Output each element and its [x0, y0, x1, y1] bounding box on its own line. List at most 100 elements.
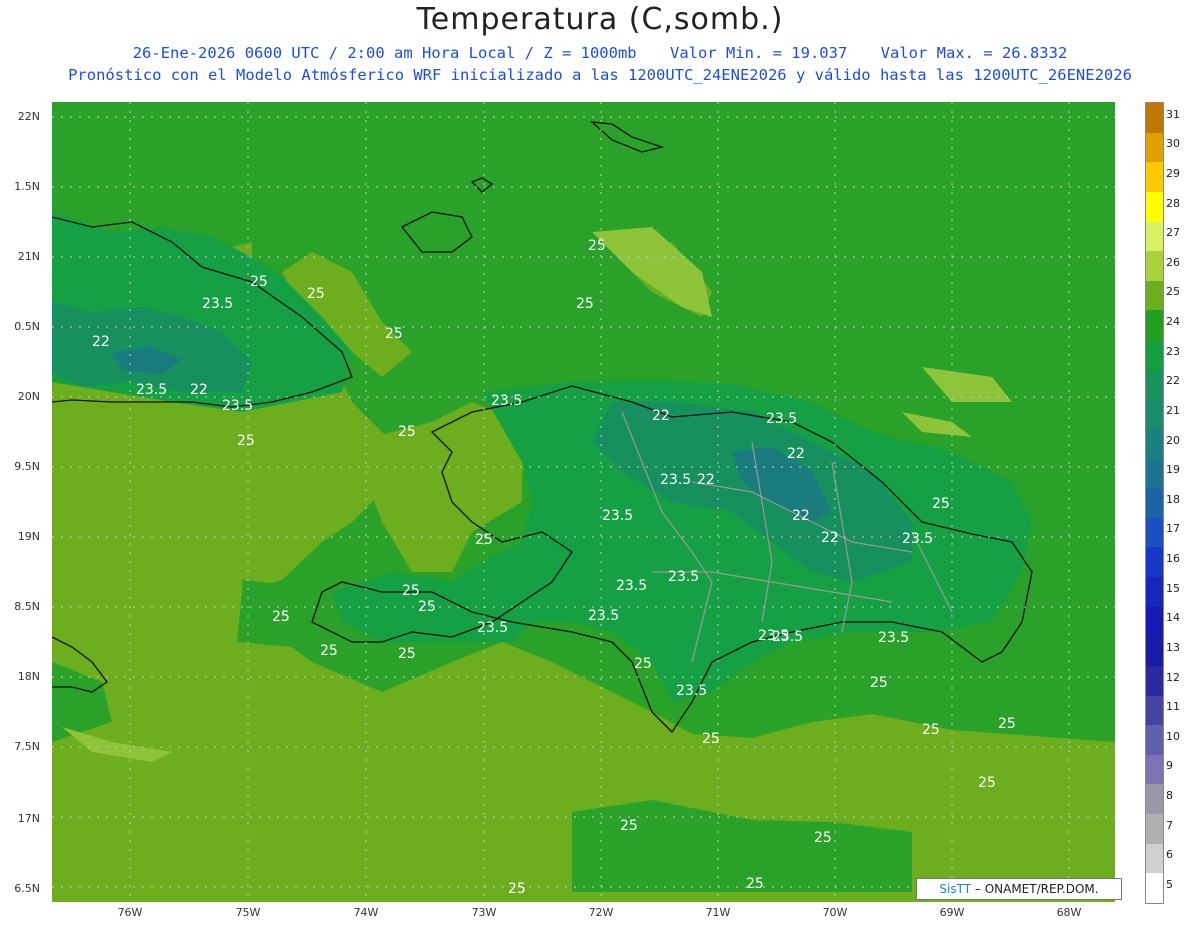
contour-label: 25 — [272, 609, 290, 625]
contour-label: 23.5 — [902, 531, 933, 547]
colorbar-label: 29 — [1166, 166, 1180, 180]
colorbar-label: 7 — [1166, 818, 1173, 832]
contour-label: 23.5 — [202, 296, 233, 312]
contour-label: 25 — [922, 722, 940, 738]
colorbar-segment — [1146, 369, 1163, 400]
lat-label: 21N — [17, 250, 40, 263]
colorbar-segment — [1146, 221, 1163, 252]
contour-label: 23.5 — [136, 382, 167, 398]
contour-label: 25 — [475, 532, 493, 548]
colorbar-segment — [1146, 665, 1163, 696]
contour-label: 22 — [92, 334, 110, 350]
colorbar-label: 20 — [1166, 433, 1180, 447]
valid-time: 26-Ene-2026 0600 UTC / 2:00 am Hora Loca… — [132, 44, 637, 62]
contour-label: 23.5 — [668, 569, 699, 585]
contour-label: 25 — [576, 296, 594, 312]
contour-label: 23.5 — [616, 578, 647, 594]
lat-label: 20N — [17, 390, 40, 403]
contour-label: 23.5 — [772, 629, 803, 645]
temperature-map: 25 25 25 25 25 23.5 22 22 23.5 23.5 25 2… — [52, 102, 1115, 902]
colorbar-segment — [1146, 191, 1163, 222]
colorbar-label: 24 — [1166, 315, 1180, 329]
colorbar-segment — [1146, 577, 1163, 607]
colorbar-label: 26 — [1166, 255, 1180, 269]
contour-label: 25 — [634, 656, 652, 672]
contour-label: 25 — [588, 238, 606, 254]
colorbar-segment — [1146, 695, 1163, 726]
min-value: Valor Min. = 19.037 — [669, 44, 848, 62]
lon-label: 72W — [588, 906, 614, 919]
colorbar-label: 21 — [1166, 403, 1180, 417]
contour-label: 22 — [190, 382, 208, 398]
colorbar-label: 15 — [1166, 581, 1180, 595]
colorbar-segment — [1146, 310, 1163, 340]
colorbar-label: 10 — [1166, 729, 1180, 743]
contour-label: 25 — [620, 818, 638, 834]
colorbar-label: 16 — [1166, 552, 1180, 566]
contour-label: 25 — [978, 775, 996, 791]
chart-title: Temperatura (C,somb.) — [416, 2, 784, 37]
contour-label: 25 — [307, 286, 325, 302]
credit-box: SisTT – ONAMET/REP.DOM. — [916, 878, 1122, 900]
contour-label: 25 — [250, 274, 268, 290]
lon-label: 76W — [117, 906, 143, 919]
lon-label: 68W — [1056, 906, 1082, 919]
colorbar-label: 12 — [1166, 670, 1180, 684]
contour-label: 22 — [787, 446, 805, 462]
subtitle-line-1: 26-Ene-2026 0600 UTC / 2:00 am Hora Loca… — [0, 44, 1200, 62]
model-info: Pronóstico con el Modelo Atmósferico WRF… — [68, 66, 1132, 84]
colorbar-label: 17 — [1166, 522, 1180, 536]
lat-label: 18N — [17, 670, 40, 683]
colorbar-segment — [1146, 606, 1163, 637]
contour-label: 25 — [932, 496, 950, 512]
colorbar-label: 25 — [1166, 285, 1180, 299]
contour-label: 25 — [398, 646, 416, 662]
contour-label: 25 — [320, 643, 338, 659]
lon-label: 70W — [822, 906, 848, 919]
colorbar-label: 6 — [1166, 848, 1173, 862]
lat-label: 19N — [17, 530, 40, 543]
lon-label: 69W — [939, 906, 965, 919]
lon-label: 73W — [471, 906, 497, 919]
contour-label: 25 — [398, 424, 416, 440]
contour-label: 25 — [702, 731, 720, 747]
colorbar-segment — [1146, 843, 1163, 874]
colorbar-segment — [1146, 132, 1163, 163]
colorbar-segment — [1146, 428, 1163, 459]
contour-label: 22 — [652, 408, 670, 424]
contour-label: 25 — [402, 583, 420, 599]
contour-label: 23.5 — [660, 472, 691, 488]
colorbar-label: 13 — [1166, 640, 1180, 654]
colorbar-segment — [1146, 251, 1163, 281]
colorbar — [1145, 102, 1164, 904]
contour-label: 25 — [418, 599, 436, 615]
colorbar-label: 11 — [1166, 700, 1180, 714]
colorbar-label: 18 — [1166, 492, 1180, 506]
contour-label: 25 — [870, 675, 888, 691]
contour-label: 22 — [792, 508, 810, 524]
colorbar-segment — [1146, 754, 1163, 785]
colorbar-segment — [1146, 873, 1163, 903]
map-canvas: 25 25 25 25 25 23.5 22 22 23.5 23.5 25 2… — [52, 102, 1115, 902]
lat-label: 8.5N — [14, 600, 40, 613]
lon-label: 74W — [353, 906, 379, 919]
contour-label: 22 — [697, 472, 715, 488]
colorbar-label: 14 — [1166, 611, 1180, 625]
contour-label: 23.5 — [477, 620, 508, 636]
colorbar-label: 30 — [1166, 137, 1180, 151]
colorbar-segment — [1146, 399, 1163, 429]
colorbar-segment — [1146, 547, 1163, 577]
colorbar-label: 5 — [1166, 878, 1173, 891]
contour-label: 25 — [237, 433, 255, 449]
colorbar-segment — [1146, 458, 1163, 489]
colorbar-segment — [1146, 340, 1163, 370]
lat-label: 7.5N — [14, 740, 40, 753]
lat-label: 1.5N — [14, 180, 40, 193]
colorbar-label: 23 — [1166, 344, 1180, 358]
lat-label: 0.5N — [14, 320, 40, 333]
contour-label: 23.5 — [676, 683, 707, 699]
colorbar-label: 22 — [1166, 374, 1180, 388]
colorbar-segment — [1146, 488, 1163, 518]
contour-label: 23.5 — [588, 608, 619, 624]
contour-label: 25 — [508, 881, 526, 897]
